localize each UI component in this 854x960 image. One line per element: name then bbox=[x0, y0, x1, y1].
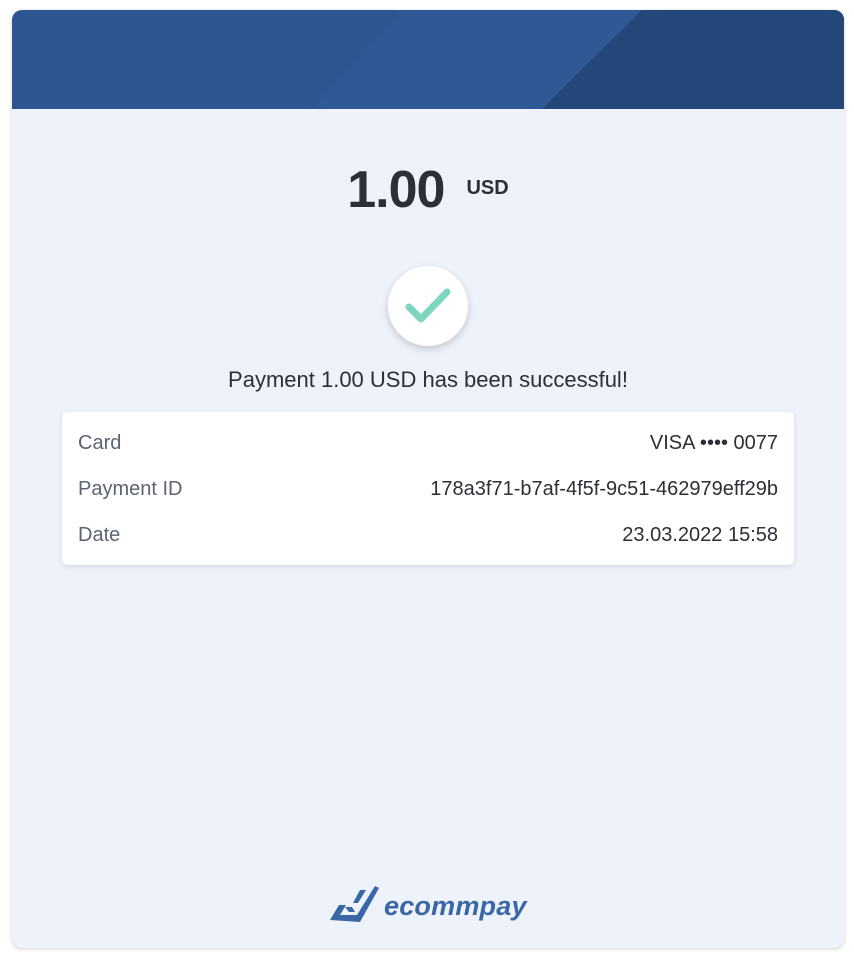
detail-row-date: Date 23.03.2022 15:58 bbox=[78, 520, 778, 550]
ecommpay-logo: ecommpay bbox=[330, 884, 530, 926]
card-label: Card bbox=[78, 432, 122, 454]
payment-id-value: 178a3f71-b7af-4f5f-9c51-462979eff29b bbox=[430, 478, 778, 500]
amount-value: 1.00 bbox=[347, 161, 445, 219]
date-label: Date bbox=[78, 524, 121, 546]
amount-currency: USD bbox=[466, 176, 509, 199]
checkmark-icon bbox=[405, 288, 451, 323]
payment-details-panel: Card VISA •••• 0077 Payment ID 178a3f71-… bbox=[62, 412, 794, 565]
brand-name: ecommpay bbox=[384, 891, 527, 921]
ecommpay-logo-icon bbox=[330, 886, 379, 922]
success-badge bbox=[388, 266, 468, 346]
header-banner bbox=[12, 10, 844, 109]
card-value: VISA •••• 0077 bbox=[649, 432, 778, 454]
detail-row-card: Card VISA •••• 0077 bbox=[78, 428, 778, 458]
success-message: Payment 1.00 USD has been successful! bbox=[228, 367, 628, 392]
payment-id-label: Payment ID bbox=[78, 478, 183, 500]
payment-result-card: 1.00 USD Payment 1.00 USD has been succes… bbox=[12, 10, 844, 948]
payment-amount: 1.00 USD bbox=[12, 160, 844, 220]
date-value: 23.03.2022 15:58 bbox=[622, 524, 778, 546]
header-graphic bbox=[12, 10, 844, 109]
detail-row-payment-id: Payment ID 178a3f71-b7af-4f5f-9c51-46297… bbox=[78, 474, 778, 504]
